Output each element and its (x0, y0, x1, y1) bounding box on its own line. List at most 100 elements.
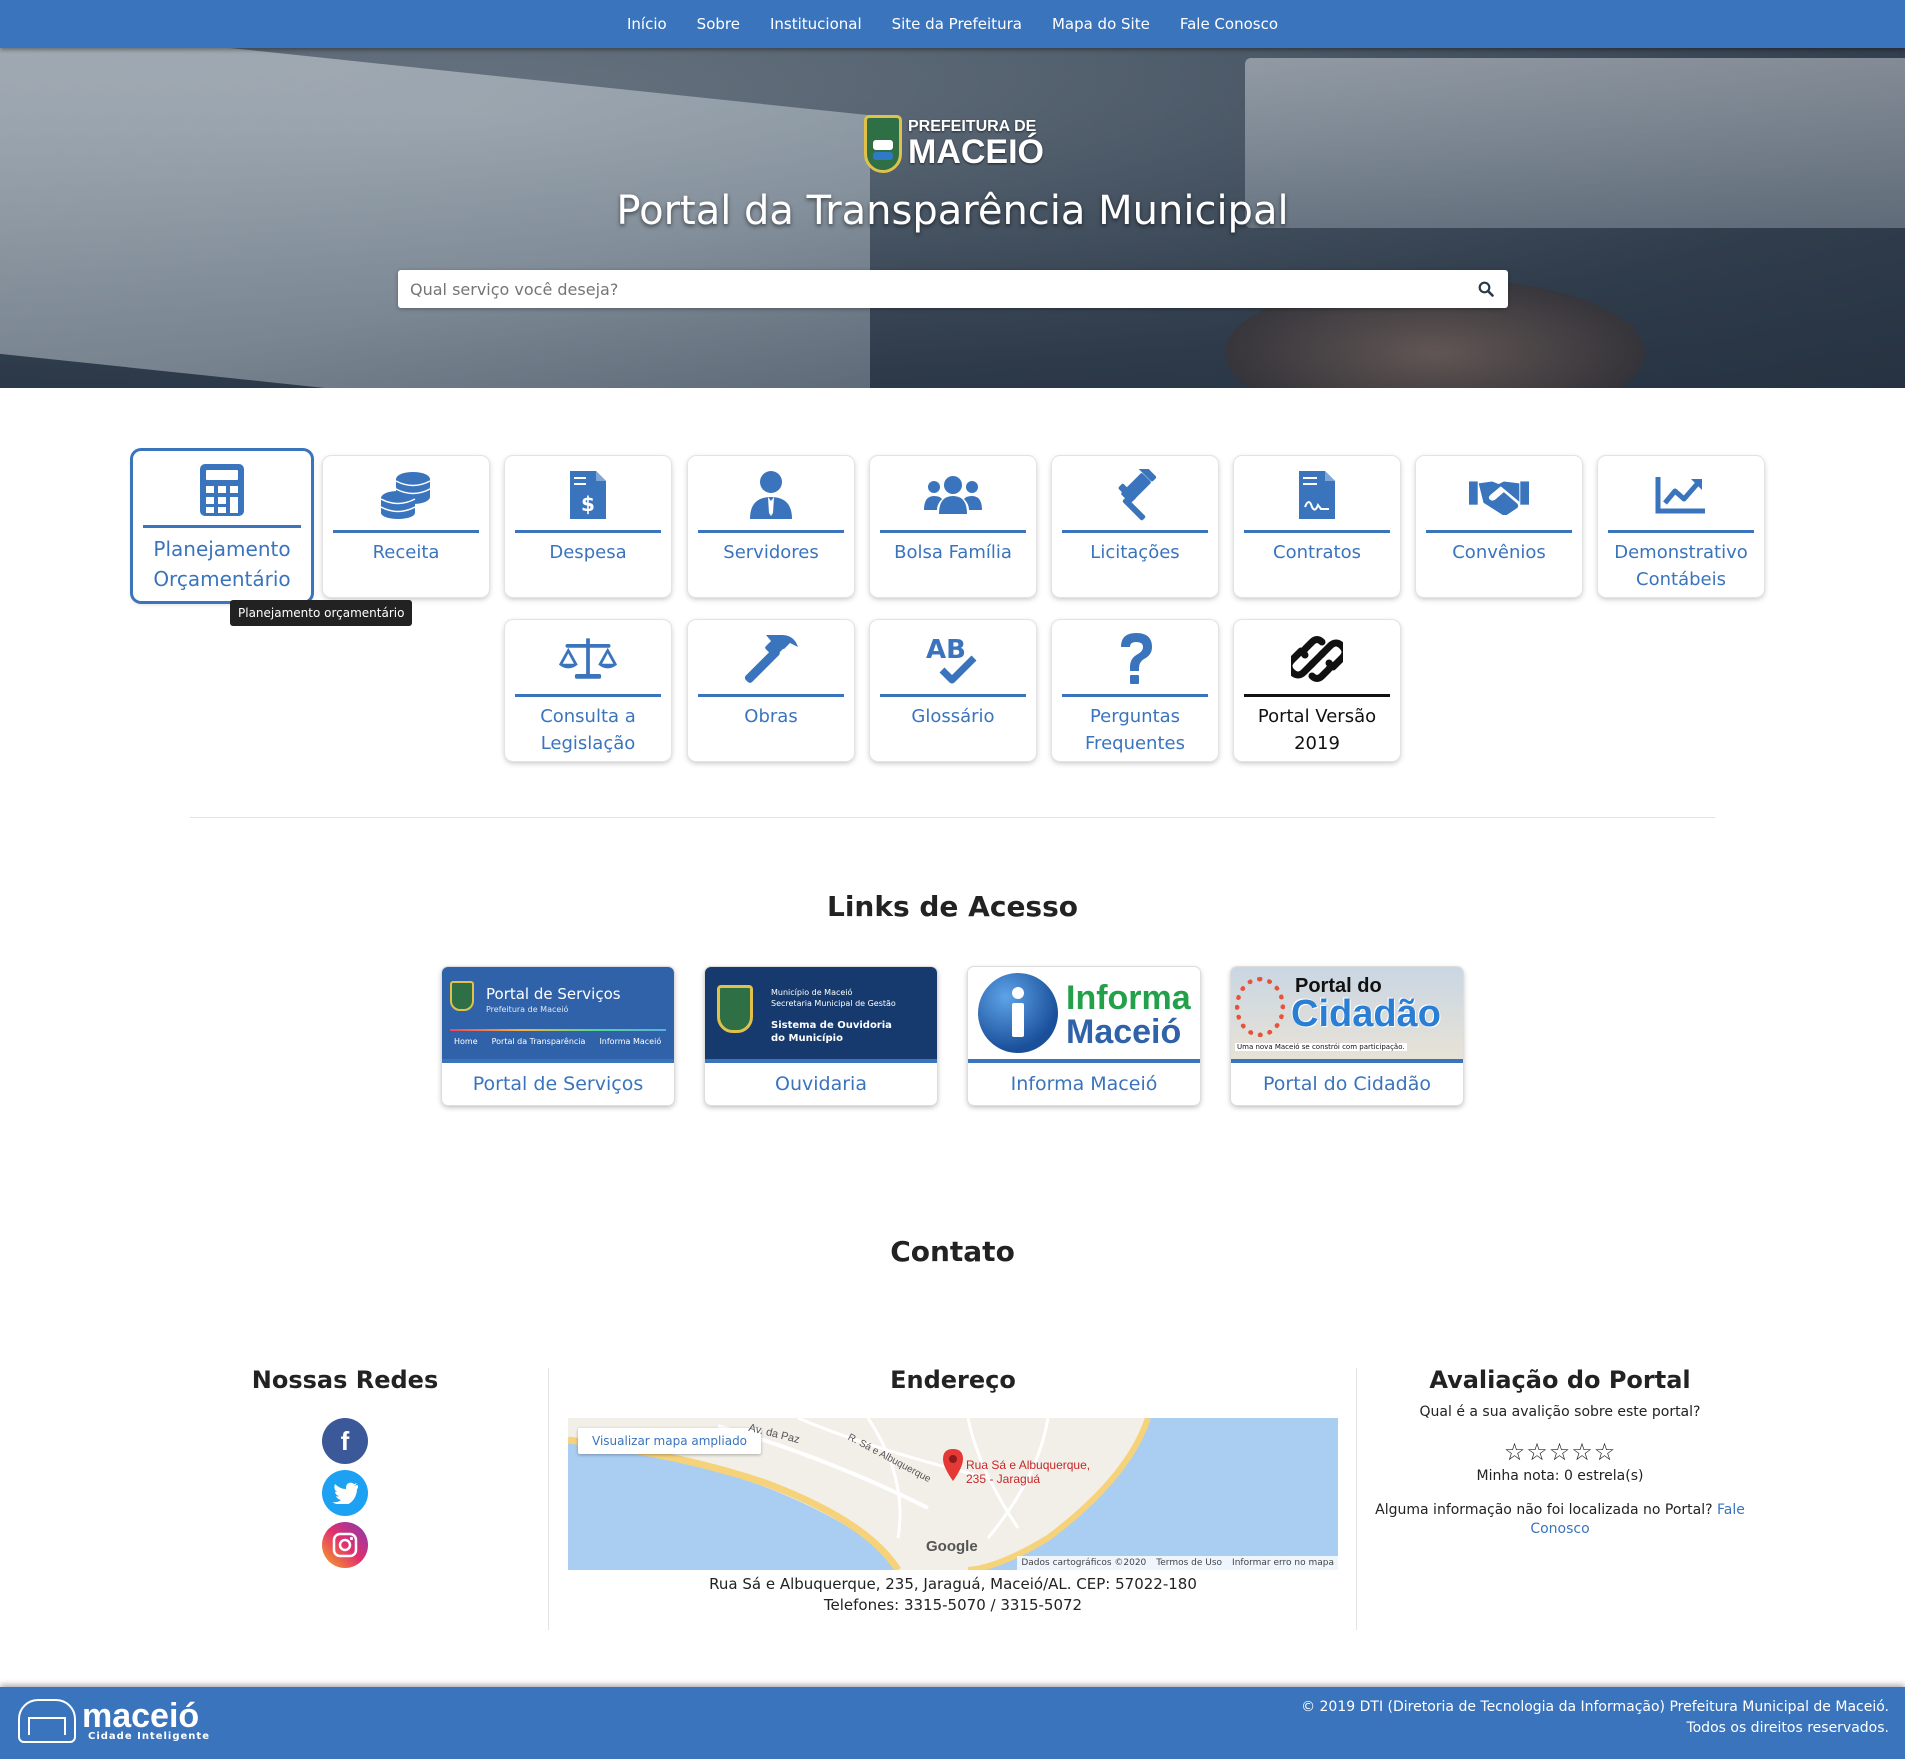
question-icon (1105, 630, 1165, 688)
file-contract-icon (1287, 466, 1347, 524)
tile-despesa[interactable]: $ Despesa (505, 456, 671, 597)
tile-planejamento[interactable]: Planejamento Orçamentário (133, 451, 311, 601)
map-report-link[interactable]: Informar erro no mapa (1232, 1558, 1334, 1568)
map-expand-button[interactable]: Visualizar mapa ampliado (578, 1428, 762, 1454)
tile-bolsa-familia[interactable]: Bolsa Família (870, 456, 1036, 597)
tile-label: Glossário (911, 706, 995, 727)
handshake-icon (1469, 466, 1529, 524)
tile-label: Convênios (1452, 542, 1546, 563)
tile-label: Despesa (549, 542, 627, 563)
tile-perguntas[interactable]: Perguntas Frequentes (1052, 620, 1218, 761)
page: Início Sobre Institucional Site da Prefe… (0, 0, 1905, 1759)
banner-line: Maceió (1066, 1013, 1182, 1051)
map-pin-label: Rua Sá e Albuquerque, 235 - Jaraguá (966, 1458, 1091, 1486)
search-input[interactable] (398, 279, 1464, 299)
calculator-icon (192, 461, 252, 519)
search-icon[interactable] (1464, 270, 1508, 308)
map-pin-icon[interactable] (942, 1448, 964, 1482)
tile-label: Servidores (723, 542, 819, 563)
nav-inicio[interactable]: Início (627, 15, 667, 33)
map-terms-link[interactable]: Termos de Uso (1156, 1558, 1222, 1568)
link-ouvidaria[interactable]: Município de Maceió Secretaria Municipal… (705, 967, 937, 1105)
banner-nav-item: Portal da Transparência (491, 1037, 586, 1046)
banner-line: Uma nova Maceió se constrói com particip… (1235, 1043, 1407, 1051)
tile-legislacao[interactable]: Consulta a Legislação (505, 620, 671, 761)
redes-title: Nossas Redes (251, 1366, 439, 1394)
nav-mapa-site[interactable]: Mapa do Site (1052, 15, 1150, 33)
link-label: Portal de Serviços (472, 1073, 644, 1095)
banner-line: Secretaria Municipal de Gestão (771, 999, 896, 1008)
instagram-icon[interactable] (322, 1522, 368, 1568)
star-rating[interactable]: ☆☆☆☆☆ (1356, 1438, 1764, 1466)
tile-label: Consulta a Legislação (540, 706, 636, 754)
twitter-icon[interactable] (322, 1470, 368, 1516)
nav-site-prefeitura[interactable]: Site da Prefeitura (892, 15, 1022, 33)
link-label: Informa Maceió (1010, 1073, 1158, 1095)
tile-label: Portal Versão 2019 (1257, 706, 1377, 754)
banner-line: Município de Maceió (771, 988, 853, 997)
tile-obras[interactable]: Obras (688, 620, 854, 761)
people-circle-icon (1235, 977, 1285, 1037)
endereco-title: Endereço (890, 1366, 1016, 1394)
banner-nav-item: Informa Maceió (599, 1037, 662, 1046)
logo-line2: MACEIÓ (908, 133, 1044, 171)
gavel-icon (1105, 466, 1165, 524)
tile-receita[interactable]: Receita (323, 456, 489, 597)
link-icon (1287, 630, 1347, 688)
prefeitura-logo[interactable]: PREFEITURA DE MACEIÓ (864, 113, 1044, 175)
copyright: © 2019 DTI (Diretoria de Tecnologia da I… (1301, 1699, 1889, 1736)
contato-title: Contato (890, 1235, 1015, 1268)
tile-label: Demonstrativo Contábeis (1614, 542, 1748, 590)
portal-cidadao-banner: Portal do Cidadão Uma nova Maceió se con… (1231, 967, 1463, 1059)
invoice-dollar-icon: $ (558, 466, 618, 524)
banner-line: Informa (1066, 979, 1191, 1017)
hero-banner: PREFEITURA DE MACEIÓ Portal da Transparê… (0, 48, 1905, 388)
banner-title: Portal de Serviços (486, 985, 621, 1003)
tile-convenios[interactable]: Convênios (1416, 456, 1582, 597)
spell-check-icon: AB (923, 630, 983, 688)
coins-icon (376, 466, 436, 524)
links-title: Links de Acesso (826, 890, 1078, 923)
top-nav: Início Sobre Institucional Site da Prefe… (0, 0, 1905, 48)
address-text: Rua Sá e Albuquerque, 235, Jaraguá, Mace… (709, 1575, 1197, 1593)
portal-servicos-banner: Portal de Serviços Prefeitura de Maceió … (442, 967, 674, 1059)
banner-nav-item: Home (454, 1037, 478, 1046)
link-portal-cidadao[interactable]: Portal do Cidadão Uma nova Maceió se con… (1231, 967, 1463, 1105)
avaliacao-title: Avaliação do Portal (1429, 1366, 1691, 1394)
nav-sobre[interactable]: Sobre (697, 15, 740, 33)
tile-label: Licitações (1090, 542, 1180, 563)
map-embed[interactable]: Visualizar mapa ampliado Av. da Paz R. S… (568, 1418, 1338, 1570)
divider (190, 817, 1715, 818)
tile-label: Obras (744, 706, 798, 727)
facebook-icon[interactable]: f (322, 1418, 368, 1464)
tile-portal-2019[interactable]: Portal Versão 2019 (1234, 620, 1400, 761)
tile-label: Perguntas Frequentes (1085, 706, 1185, 754)
svg-text:AB: AB (926, 635, 966, 665)
tile-servidores[interactable]: Servidores (688, 456, 854, 597)
banner-line: Sistema de Ouvidoria (771, 1020, 892, 1031)
banner-subtitle: Prefeitura de Maceió (486, 1005, 569, 1014)
hammer-icon (741, 630, 801, 688)
info-icon (978, 973, 1058, 1053)
tile-contratos[interactable]: Contratos (1234, 456, 1400, 597)
tile-label: Planejamento Orçamentário (153, 537, 291, 591)
link-informa-maceio[interactable]: Informa Maceió Informa Maceió (968, 967, 1200, 1105)
phones-text: Telefones: 3315-5070 / 3315-5072 (823, 1596, 1083, 1614)
footer-brand: maceió (82, 1696, 200, 1735)
banner-line: Cidadão (1291, 993, 1441, 1035)
user-tie-icon (741, 466, 801, 524)
city-icon (18, 1699, 76, 1743)
maceio-cidade-inteligente-logo[interactable]: maceió Cidade Inteligente (18, 1699, 210, 1743)
banner-line: do Município (771, 1033, 843, 1044)
tile-demonstrativo[interactable]: Demonstrativo Contábeis (1598, 456, 1764, 597)
link-portal-servicos[interactable]: Portal de Serviços Prefeitura de Maceió … (442, 967, 674, 1105)
nav-fale-conosco[interactable]: Fale Conosco (1180, 15, 1278, 33)
missing-info-text: Alguma informação não foi localizada no … (1375, 1502, 1713, 1518)
nav-institucional[interactable]: Institucional (770, 15, 862, 33)
ouvidaria-banner: Município de Maceió Secretaria Municipal… (705, 967, 937, 1059)
balance-scale-icon (558, 630, 618, 688)
tile-licitacoes[interactable]: Licitações (1052, 456, 1218, 597)
search-bar (398, 270, 1508, 308)
tile-glossario[interactable]: AB Glossário (870, 620, 1036, 761)
tile-label: Receita (372, 542, 440, 563)
